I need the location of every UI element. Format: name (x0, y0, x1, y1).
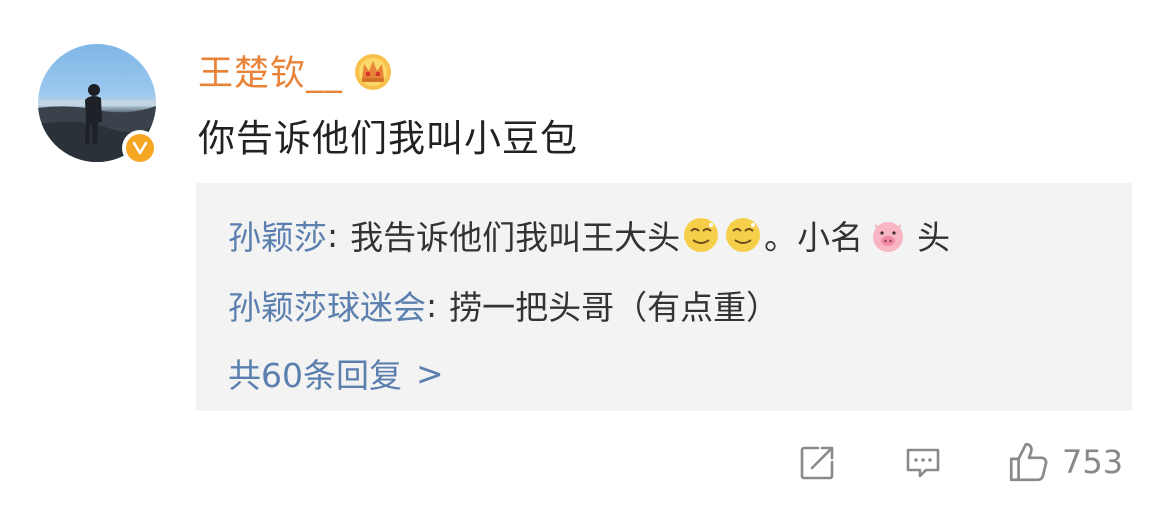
more-replies-label[interactable]: 共60条回复 (228, 349, 402, 397)
comment-text: 你告诉他们我叫小豆包 (198, 117, 578, 160)
verified-icon (126, 134, 154, 162)
comment-button[interactable] (902, 442, 944, 484)
reply-text: 我告诉他们我叫王大头 (350, 218, 681, 257)
crown-icon (355, 54, 392, 90)
reply-box[interactable]: 孙颖莎 : 我告诉他们我叫王大头 。小名 头 孙颖莎球迷会: 捞一把头哥（有点… (196, 183, 1132, 411)
chevron-right-icon: > (416, 353, 444, 393)
dizzy-face-emoji (726, 218, 761, 252)
avatar-container[interactable] (38, 44, 158, 166)
verified-badge (122, 130, 158, 166)
thumbs-up-icon (1009, 442, 1048, 482)
username[interactable]: 王楚钦__ (198, 45, 343, 96)
share-button[interactable] (796, 442, 838, 484)
reply-item[interactable]: 孙颖莎球迷会 : 捞一把头哥（有点重） (228, 281, 779, 329)
reply-separator: : (327, 215, 339, 255)
more-replies-link[interactable]: 共60条回复 > (228, 349, 444, 397)
comment-icon (906, 448, 940, 478)
reply-item[interactable]: 孙颖莎 : 我告诉他们我叫王大头 。小名 头 (228, 211, 950, 259)
reply-author[interactable]: 孙颖莎球迷会 (228, 281, 426, 329)
like-button[interactable]: 753 (1006, 440, 1123, 484)
comment-card: 王楚钦__ 你告诉他们我叫小豆包 孙颖莎 : 我告诉他们我叫王大头 。小名 头 … (0, 0, 1169, 520)
reply-text: 捞一把头哥（有点重） (449, 288, 780, 327)
reply-text-after: 。小名 (764, 218, 864, 257)
reply-author[interactable]: 孙颖莎 (228, 211, 327, 259)
reply-text-end: 头 (917, 218, 951, 257)
share-icon (800, 446, 834, 480)
pig-face-emoji (873, 222, 904, 252)
like-count: 753 (1062, 443, 1124, 481)
username-row: 王楚钦__ (198, 44, 395, 96)
dizzy-face-emoji (684, 218, 719, 252)
reply-separator: : (426, 285, 438, 325)
